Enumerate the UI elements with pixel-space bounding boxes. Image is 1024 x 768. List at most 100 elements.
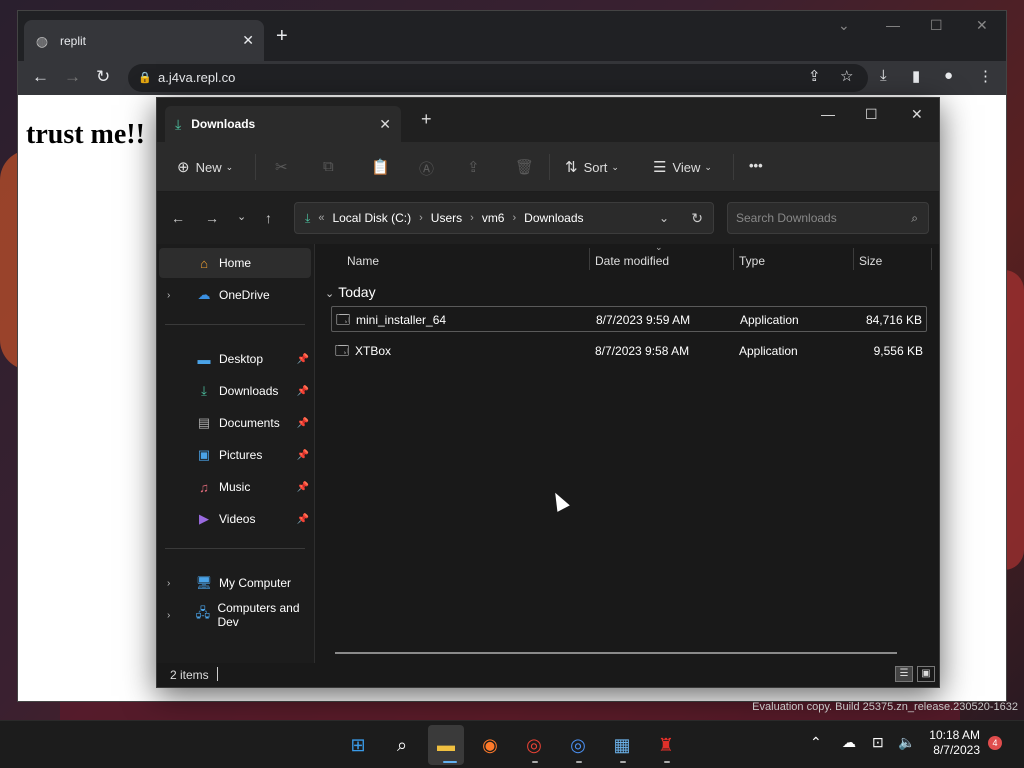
close-tab-icon[interactable]: ✕ [242,32,254,49]
chrome-icon[interactable]: ◎ [522,733,546,757]
column-divider[interactable] [853,248,854,270]
sidebar-item-videos[interactable]: ▶ Videos 📌 [159,504,311,534]
back-icon[interactable]: ← [171,210,185,226]
new-tab-button[interactable]: + [276,25,288,48]
column-divider[interactable] [589,248,590,270]
menu-icon[interactable]: ⋮ [978,67,993,85]
column-header-type[interactable]: Type [739,254,765,268]
sort-icon: ⇅ [565,159,578,176]
notification-badge[interactable]: 4 [988,736,1002,750]
horizontal-scrollbar[interactable] [335,652,897,654]
up-icon[interactable]: ↑ [265,210,272,226]
pin-icon[interactable]: 📌 [297,418,309,429]
chevron-down-icon[interactable]: ⌄ [659,211,669,225]
rename-icon[interactable]: Ⓐ [419,158,434,179]
minimize-button[interactable]: — [821,106,835,122]
sidebar-item-downloads[interactable]: ⤓ Downloads 📌 [159,376,311,406]
more-options-button[interactable]: ••• [749,158,763,173]
breadcrumb-downloads[interactable]: Downloads [524,211,583,225]
system-clock[interactable]: 10:18 AM 8/7/2023 [929,728,980,758]
minimize-button[interactable]: — [886,17,900,33]
application-file-icon: 🗔 [335,343,350,358]
chromium-icon[interactable]: ◎ [566,733,590,757]
network-icon[interactable]: ⊡ [872,734,884,751]
search-input[interactable]: Search Downloads ⌕ [727,202,929,234]
sidebar-item-documents[interactable]: ▤ Documents 📌 [159,408,311,438]
expand-chevron-icon[interactable]: › [167,578,181,589]
file-row-mini-installer[interactable]: 🗔 mini_installer_64 8/7/2023 9:59 AM App… [331,306,927,332]
delete-icon[interactable]: 🗑 [515,158,534,176]
close-button[interactable]: ✕ [911,106,923,123]
sidebar-item-home[interactable]: ⌂ Home [159,248,311,278]
sort-button[interactable]: ⇅ Sort ⌄ [565,158,619,176]
forward-icon[interactable]: → [205,210,219,226]
browser-tab[interactable]: ◍ replit ✕ [24,20,264,61]
collapse-chevron-icon[interactable]: ⌄ [325,288,334,300]
paste-icon[interactable]: 📋 [371,158,390,176]
sidebar-item-music[interactable]: ♫ Music 📌 [159,472,311,502]
profile-icon[interactable]: ● [944,67,953,84]
start-icon[interactable]: ⊞ [346,733,370,757]
pin-icon[interactable]: 📌 [297,386,309,397]
explorer-tab-title: Downloads [191,117,256,131]
group-header-today[interactable]: ⌄ Today [325,284,376,300]
column-header-name[interactable]: Name [347,254,379,268]
back-icon[interactable]: ← [32,67,49,87]
forward-icon[interactable]: → [64,67,81,87]
breadcrumb-users[interactable]: Users [431,211,462,225]
running-indicator [664,761,670,763]
address-bar[interactable]: 🔒 a.j4va.repl.co [128,64,868,92]
overflow-chevron-icon[interactable]: « [318,212,324,224]
view-button[interactable]: ☰ View ⌄ [653,158,712,176]
pin-icon[interactable]: 📌 [297,450,309,461]
breadcrumb-vm6[interactable]: vm6 [482,211,505,225]
close-button[interactable]: ✕ [976,17,988,34]
pin-icon[interactable]: 📌 [297,482,309,493]
sidebar-item-computers-and-devices[interactable]: › 🖧 Computers and Dev [159,600,314,630]
sidebar-item-pictures[interactable]: ▣ Pictures 📌 [159,440,311,470]
volume-icon[interactable]: 🔈 [898,734,915,751]
close-tab-icon[interactable]: ✕ [379,116,391,133]
expand-chevron-icon[interactable]: › [167,290,181,301]
sidebar-item-onedrive[interactable]: › ☁ OneDrive [159,280,311,310]
file-row-xtbox[interactable]: 🗔 XTBox 8/7/2023 9:58 AM Application 9,5… [331,338,927,364]
breadcrumb-drive[interactable]: Local Disk (C:) [332,211,411,225]
explorer-tab[interactable]: ⤓ Downloads ✕ [165,106,401,142]
recent-locations-icon[interactable]: ⌄ [237,210,246,223]
firefox-icon[interactable]: ◉ [478,733,502,757]
new-label: New [195,159,222,175]
details-view-icon[interactable]: ☰ [895,666,913,682]
cloud-offline-icon[interactable]: ☁ [842,734,856,751]
address-path[interactable]: ⤓ « Local Disk (C:) › Users › vm6 › Down… [294,202,714,234]
show-hidden-icons-icon[interactable]: ⌃ [810,734,822,751]
reload-icon[interactable]: ↻ [96,67,110,87]
maximize-button[interactable]: ☐ [930,17,943,34]
refresh-icon[interactable]: ↻ [691,210,703,227]
new-tab-button[interactable]: + [421,109,432,130]
file-explorer-taskbar-icon[interactable]: ▬ [428,725,464,765]
new-button[interactable]: ⊕ New ⌄ [177,158,233,176]
control-panel-icon[interactable]: ▦ [610,733,634,757]
xtbox-app-icon[interactable]: ♜ [654,733,678,757]
sidebar-item-my-computer[interactable]: › 🖥 My Computer [159,568,311,598]
share-icon[interactable]: ⇪ [467,158,480,176]
download-icon[interactable]: ⤓ [880,67,887,84]
copy-icon[interactable]: ⧉ [323,158,334,175]
tab-search-icon[interactable]: ⌄ [838,17,850,34]
share-icon[interactable]: ⇪ [808,67,821,85]
column-header-date[interactable]: Date modified [595,254,669,268]
cut-icon[interactable]: ✂ [275,158,288,176]
search-icon[interactable]: ⌕ [390,733,414,757]
expand-chevron-icon[interactable]: › [167,610,180,621]
column-divider[interactable] [733,248,734,270]
column-header-size[interactable]: Size [859,254,882,268]
column-divider[interactable] [931,248,932,270]
pin-icon[interactable]: 📌 [297,354,309,365]
sidebar-item-desktop[interactable]: ▬ Desktop 📌 [159,344,311,374]
side-panel-icon[interactable]: ▮ [912,67,920,85]
pin-icon[interactable]: 📌 [297,514,309,525]
status-bar: 2 items ☰ ▣ [157,663,939,687]
tiles-view-icon[interactable]: ▣ [917,666,935,682]
bookmark-star-icon[interactable]: ☆ [840,67,853,85]
maximize-button[interactable]: ☐ [865,106,878,123]
